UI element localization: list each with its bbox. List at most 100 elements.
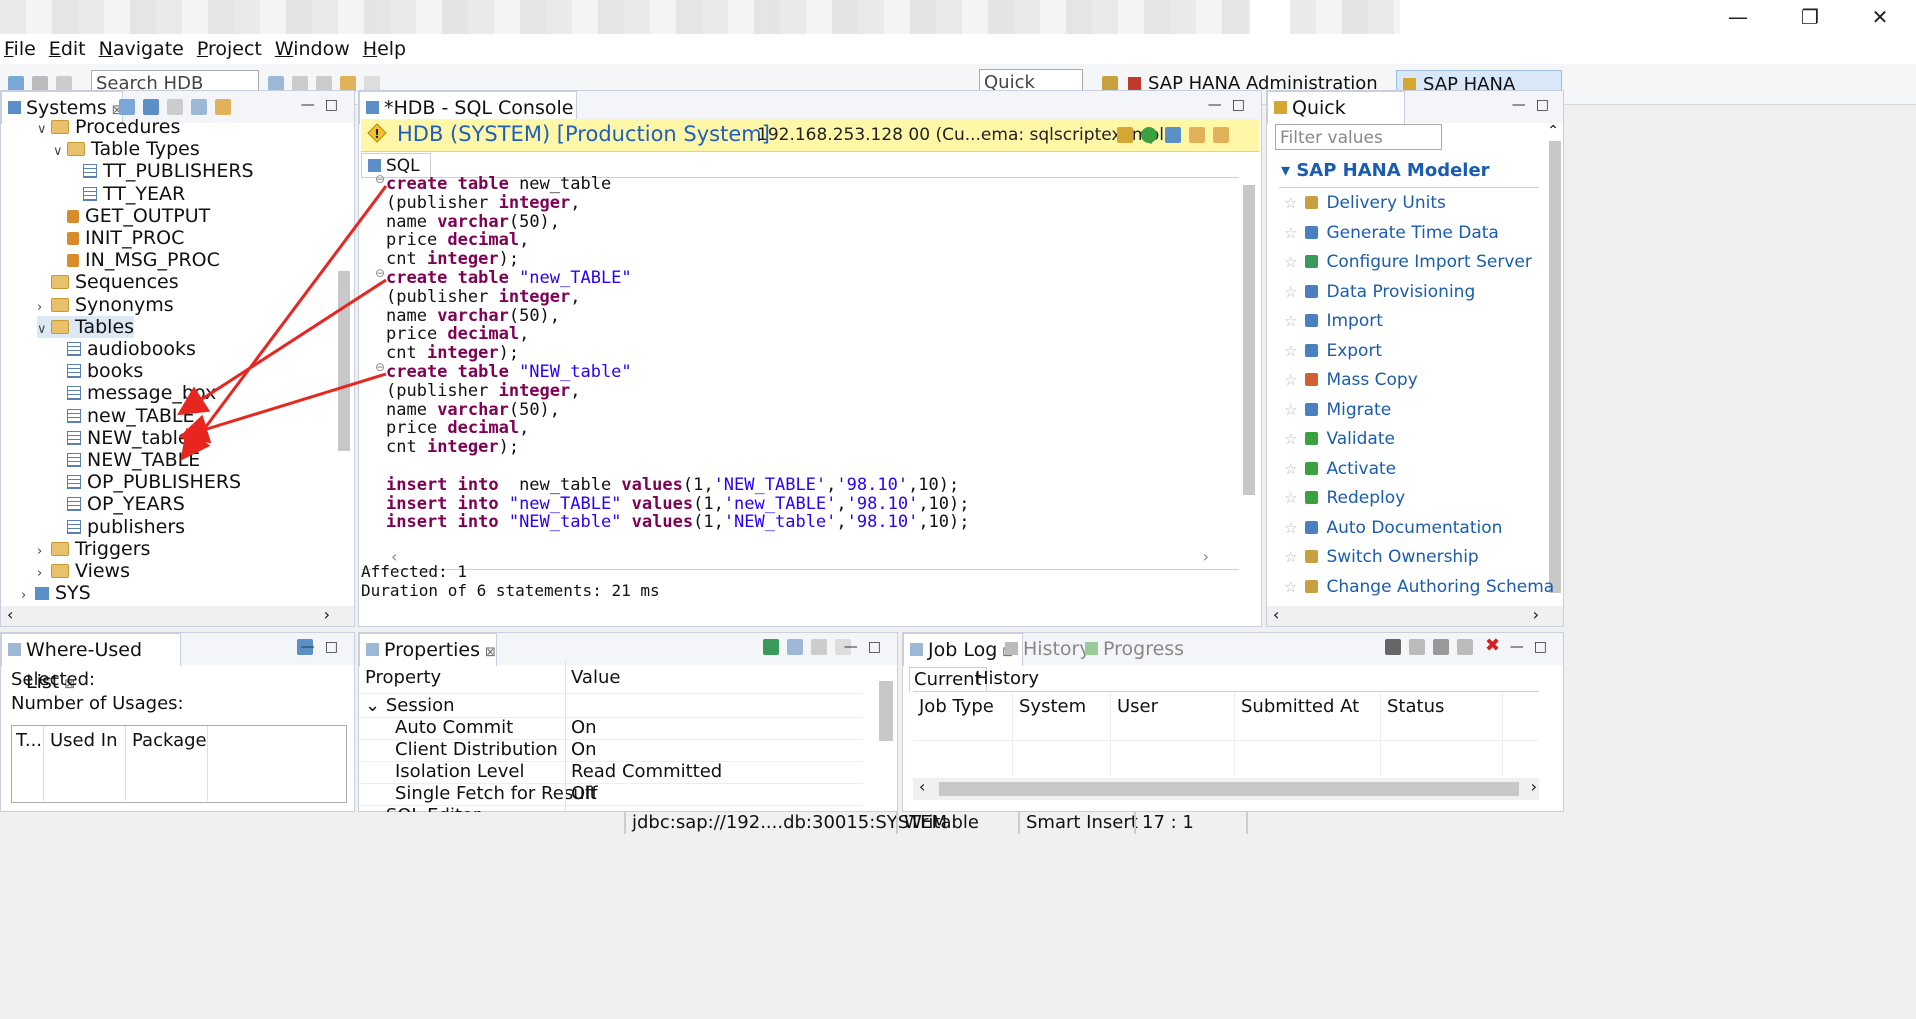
properties-scrollbar[interactable] xyxy=(879,681,893,741)
tree-item[interactable]: TT_YEAR xyxy=(69,183,185,205)
advanced-icon[interactable] xyxy=(811,639,827,655)
quick-view-link[interactable]: ☆ Import xyxy=(1284,310,1383,332)
favorite-star-icon[interactable]: ☆ xyxy=(1284,430,1297,448)
column-header[interactable]: System xyxy=(1013,692,1111,776)
history-back-icon[interactable] xyxy=(1189,127,1205,143)
tree-item[interactable]: ∨ Tables xyxy=(37,315,135,338)
remove-all-icon[interactable] xyxy=(1457,639,1473,655)
column-header[interactable]: User xyxy=(1111,692,1235,776)
filter-icon[interactable] xyxy=(167,99,183,115)
minimize-maximize-icon[interactable]: —□ xyxy=(1208,97,1255,113)
tree-item[interactable]: ∨ Procedures xyxy=(37,116,180,138)
quick-view-link[interactable]: ☆ Export xyxy=(1284,340,1382,362)
fold-icon[interactable]: ⊖ xyxy=(375,360,385,374)
favorite-star-icon[interactable]: ☆ xyxy=(1284,253,1297,271)
quick-view-link[interactable]: ☆ Configure Import Server xyxy=(1284,251,1532,273)
collapse-icon[interactable] xyxy=(191,99,207,115)
pin-icon[interactable] xyxy=(763,639,779,655)
tree-item[interactable]: Sequences xyxy=(37,271,179,293)
sql-console-icon[interactable] xyxy=(143,99,159,115)
open-log-icon[interactable] xyxy=(1409,639,1425,655)
categories-icon[interactable] xyxy=(787,639,803,655)
quick-view-link[interactable]: ☆ Generate Time Data xyxy=(1284,222,1499,244)
close-tab-icon[interactable]: ⊠ xyxy=(485,645,496,660)
property-row[interactable]: Isolation Level Read Committed xyxy=(359,761,863,784)
subtab-history[interactable]: History xyxy=(971,667,1043,691)
clear-log-icon[interactable] xyxy=(1433,639,1449,655)
favorite-star-icon[interactable]: ☆ xyxy=(1284,194,1297,212)
cancel-job-icon[interactable]: ✖ xyxy=(1485,635,1500,656)
tree-item[interactable]: books xyxy=(53,360,143,382)
favorite-star-icon[interactable]: ☆ xyxy=(1284,519,1297,537)
section-modeler[interactable]: ▾ SAP HANA Modeler xyxy=(1281,160,1490,181)
tree-item[interactable]: new_TABLE xyxy=(53,405,195,427)
menu-edit[interactable]: Edit xyxy=(49,38,86,60)
quick-view-link[interactable]: ☆ Redeploy xyxy=(1284,487,1405,509)
scroll-up-icon[interactable]: ⌃ xyxy=(1547,123,1559,139)
favorite-star-icon[interactable]: ☆ xyxy=(1284,312,1297,330)
tree-item[interactable]: NEW_TABLE xyxy=(53,449,200,471)
favorite-star-icon[interactable]: ☆ xyxy=(1284,489,1297,507)
tree-item[interactable]: › Triggers xyxy=(37,538,150,560)
minimize-maximize-icon[interactable]: —□ xyxy=(1512,97,1559,113)
minimize-maximize-icon[interactable]: —□ xyxy=(1510,639,1557,655)
property-row[interactable]: Single Fetch for Result Off xyxy=(359,783,863,806)
favorite-star-icon[interactable]: ☆ xyxy=(1284,283,1297,301)
execute-icon[interactable] xyxy=(1141,127,1157,143)
expand-toggle-icon[interactable]: ∨ xyxy=(53,141,67,163)
quick-view-link[interactable]: ☆ Change Authoring Schema xyxy=(1284,576,1554,598)
restore-icon[interactable]: ❐ xyxy=(1780,2,1840,32)
history-forward-icon[interactable] xyxy=(1213,127,1229,143)
link-icon[interactable] xyxy=(215,99,231,115)
column-header[interactable]: Status xyxy=(1381,692,1503,776)
quick-view-link[interactable]: ☆ Switch Ownership xyxy=(1284,546,1479,568)
minimize-maximize-icon[interactable]: —□ xyxy=(301,97,348,113)
tree-item[interactable]: audiobooks xyxy=(53,338,196,360)
expand-toggle-icon[interactable]: › xyxy=(21,585,35,607)
quickview-hscrollbar[interactable]: ‹ › xyxy=(1267,605,1563,626)
favorite-star-icon[interactable]: ☆ xyxy=(1284,548,1297,566)
column-header[interactable]: Submitted At xyxy=(1235,692,1381,776)
tree-item[interactable]: OP_PUBLISHERS xyxy=(53,471,241,493)
minimize-icon[interactable]: — xyxy=(1708,2,1768,32)
favorite-star-icon[interactable]: ☆ xyxy=(1284,578,1297,596)
save-log-icon[interactable] xyxy=(1385,639,1401,655)
tab-progress[interactable]: Progress xyxy=(1079,633,1199,665)
quick-view-link[interactable]: ☆ Validate xyxy=(1284,428,1395,450)
tab-quick-view[interactable]: Quick View⊠ xyxy=(1267,91,1405,151)
tree-item[interactable]: ∨ Table Types xyxy=(53,138,200,160)
tree-hscrollbar[interactable]: ‹ › xyxy=(1,605,354,626)
minimize-maximize-icon[interactable]: —□ xyxy=(844,639,891,655)
add-system-icon[interactable] xyxy=(119,99,135,115)
tree-item[interactable]: IN_MSG_PROC xyxy=(53,249,220,271)
menu-window[interactable]: Window xyxy=(275,38,350,60)
tree-item[interactable]: › Synonyms xyxy=(37,294,174,316)
col-value[interactable]: Value xyxy=(571,663,620,693)
col-property[interactable]: Property xyxy=(365,663,441,693)
property-row[interactable]: Auto Commit On xyxy=(359,717,863,740)
quickview-scrollbar[interactable] xyxy=(1549,141,1561,593)
quick-view-link[interactable]: ☆ Activate xyxy=(1284,458,1396,480)
close-icon[interactable]: ✕ xyxy=(1850,2,1910,32)
col-package[interactable]: Package xyxy=(126,726,208,801)
tree-item[interactable]: › SYS xyxy=(21,582,91,604)
format-icon[interactable] xyxy=(1117,127,1133,143)
quick-view-link[interactable]: ☆ Auto Documentation xyxy=(1284,517,1502,539)
col-used-in[interactable]: Used In xyxy=(44,726,126,801)
minimize-maximize-icon[interactable]: —□ xyxy=(301,639,348,655)
menu-help[interactable]: Help xyxy=(363,38,406,60)
menu-file[interactable]: File xyxy=(4,38,36,60)
expand-toggle-icon[interactable]: ∨ xyxy=(37,119,51,141)
tree-item[interactable]: publishers xyxy=(53,516,185,538)
favorite-star-icon[interactable]: ☆ xyxy=(1284,460,1297,478)
menu-project[interactable]: Project xyxy=(197,38,262,60)
col-type[interactable]: T... xyxy=(12,726,44,801)
menu-navigate[interactable]: Navigate xyxy=(99,38,184,60)
fold-icon[interactable]: ⊖ xyxy=(375,172,385,186)
tree-item[interactable]: › Views xyxy=(37,560,130,582)
property-row[interactable]: Client Distribution On xyxy=(359,739,863,762)
tree-scrollbar[interactable] xyxy=(338,271,350,451)
tree-item[interactable]: NEW_table xyxy=(53,427,190,449)
quick-view-link[interactable]: ☆ Mass Copy xyxy=(1284,369,1418,391)
explain-icon[interactable] xyxy=(1165,127,1181,143)
